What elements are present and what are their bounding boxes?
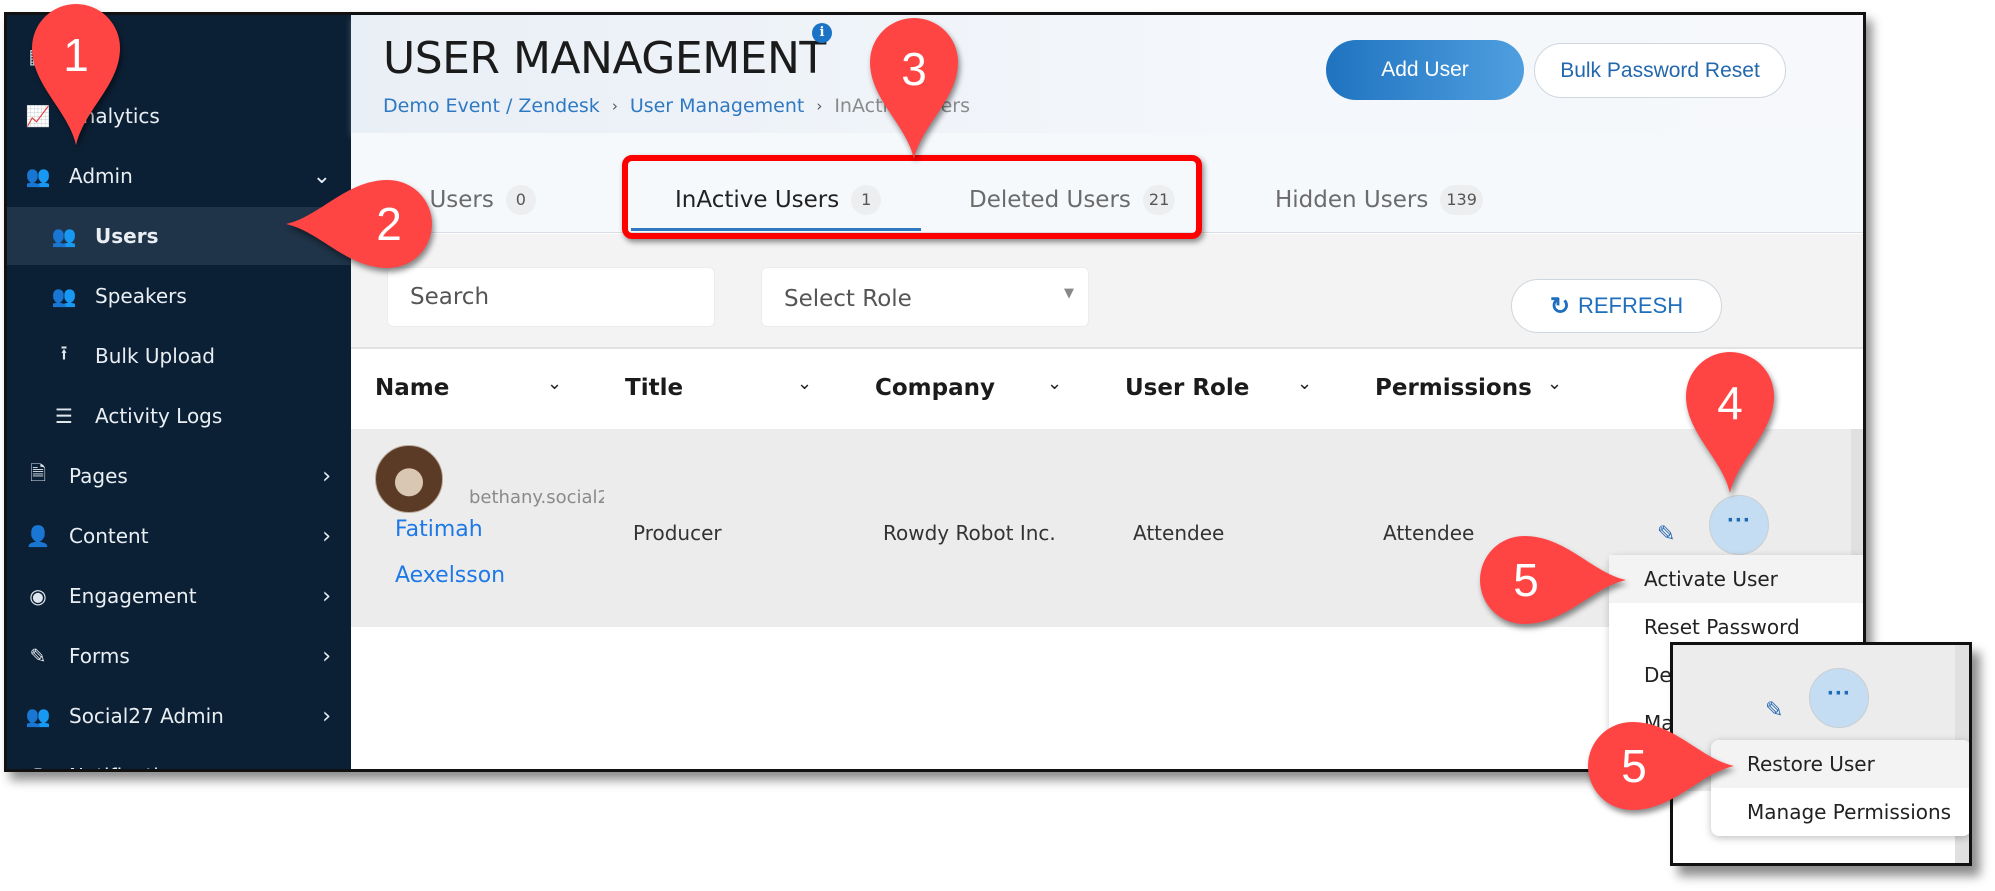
sidebar-item-label: Activity Logs: [95, 404, 223, 428]
menu-item-restore-user[interactable]: Restore User: [1711, 740, 1969, 788]
user-title: Producer: [633, 521, 722, 545]
info-icon[interactable]: i: [812, 23, 832, 43]
tab-label: Hidden Users: [1275, 187, 1429, 213]
chevron-down-icon[interactable]: ⌄: [1297, 373, 1312, 394]
sidebar-item-label: Notifications: [69, 764, 194, 769]
chevron-right-icon: ›: [611, 97, 618, 115]
refresh-icon: ↻: [1549, 292, 1570, 320]
breadcrumb-item-user-management[interactable]: User Management: [630, 95, 805, 117]
people-group-icon: 👥: [51, 284, 77, 308]
chevron-right-icon: ›: [322, 764, 331, 770]
user-last-name-link[interactable]: Aexelsson: [395, 563, 505, 588]
user-role: Attendee: [1133, 521, 1225, 545]
sidebar-item-activity-logs[interactable]: ☰ Activity Logs: [7, 387, 351, 445]
two-people-icon: 👤: [25, 524, 51, 548]
column-header-company[interactable]: Company: [875, 375, 995, 401]
annotated-screenshot: ▦ 📈 Analytics 👥 Admin ⌄ 👥 Users 👥 Speake…: [0, 0, 1995, 891]
sidebar-item-label: Forms: [69, 644, 130, 668]
main-content: USER MANAGEMENT i Demo Event / Zendesk ›…: [351, 15, 1863, 769]
chevron-right-icon: ›: [322, 463, 331, 489]
list-icon: ☰: [55, 404, 73, 428]
avatar: [375, 445, 443, 513]
pencil-edit-icon[interactable]: ✎: [1657, 521, 1675, 547]
people-group-icon: 👥: [51, 224, 77, 248]
menu-item-manage-permissions[interactable]: Manage Permissions: [1711, 788, 1969, 836]
sidebar-item-notifications[interactable]: ⓘ Notifications ›: [7, 747, 351, 770]
chevron-right-icon: ›: [322, 523, 331, 549]
chevron-down-icon[interactable]: ⌄: [547, 373, 562, 394]
sidebar-item-label: Bulk Upload: [95, 344, 215, 368]
add-user-button[interactable]: Add User: [1326, 40, 1524, 100]
people-group-icon: 👥: [25, 704, 51, 728]
upload-icon: ⭱: [60, 341, 68, 365]
role-select-value: Select Role: [784, 286, 912, 312]
bulk-password-reset-button[interactable]: Bulk Password Reset: [1534, 43, 1786, 98]
callout-pin-4: 4: [1682, 348, 1778, 493]
callout-pin-2: 2: [286, 176, 436, 272]
deleted-row-actions-menu: Restore User Manage Permissions: [1711, 740, 1969, 836]
document-icon: 🗎: [29, 461, 47, 485]
tab-count-badge: 0: [505, 185, 536, 215]
column-header-permissions[interactable]: Permissions: [1375, 375, 1532, 401]
chevron-right-icon: ›: [816, 97, 823, 115]
sidebar-item-forms[interactable]: ✎ Forms ›: [7, 627, 351, 685]
sidebar-item-label: Content: [69, 524, 149, 548]
column-header-title[interactable]: Title: [625, 375, 683, 401]
user-email: bethany.social27: [469, 487, 604, 508]
chevron-right-icon: ›: [322, 643, 331, 669]
sidebar-item-label: Engagement: [69, 584, 197, 608]
sidebar-item-bulk-upload[interactable]: ⭱ Bulk Upload: [7, 327, 351, 385]
more-actions-button[interactable]: ···: [1809, 668, 1869, 728]
caret-down-icon: ▼: [1064, 286, 1074, 301]
tab-count-badge: 139: [1440, 185, 1483, 215]
page-title: USER MANAGEMENT: [383, 33, 826, 84]
sidebar-item-label: Users: [95, 224, 159, 248]
column-header-name[interactable]: Name: [375, 375, 449, 401]
tabs-highlight-box: [622, 155, 1202, 239]
chevron-down-icon[interactable]: ⌄: [1047, 373, 1062, 394]
table-header: Name ⌄ Title ⌄ Company ⌄ User Role ⌄ Per…: [351, 351, 1851, 429]
sidebar-item-engagement[interactable]: ◉ Engagement ›: [7, 567, 351, 625]
form-edit-icon: ✎: [29, 644, 47, 668]
sidebar-item-label: Speakers: [95, 284, 187, 308]
callout-pin-5-restore: 5: [1584, 718, 1734, 814]
more-actions-button[interactable]: ···: [1709, 495, 1769, 555]
menu-item-activate-user[interactable]: Activate User: [1609, 555, 1863, 603]
sidebar-item-speakers[interactable]: 👥 Speakers: [7, 267, 351, 325]
callout-pin-1: 1: [28, 0, 124, 145]
alert-circle-icon: ⓘ: [23, 762, 53, 770]
refresh-label: REFRESH: [1577, 293, 1684, 318]
breadcrumb-item-event[interactable]: Demo Event / Zendesk: [383, 95, 600, 117]
chevron-right-icon: ›: [322, 583, 331, 609]
callout-pin-3: 3: [866, 14, 962, 159]
people-group-icon: 👥: [25, 164, 51, 188]
sidebar-item-label: Pages: [69, 464, 128, 488]
user-permissions: Attendee: [1383, 521, 1475, 545]
tab-hidden-users[interactable]: Hidden Users 139: [1275, 185, 1483, 215]
chevron-down-icon[interactable]: ⌄: [797, 373, 812, 394]
chevron-right-icon: ›: [322, 703, 331, 729]
user-company: Rowdy Robot Inc.: [883, 521, 1056, 545]
refresh-button[interactable]: ↻ REFRESH: [1511, 279, 1722, 333]
page-header: USER MANAGEMENT i Demo Event / Zendesk ›…: [351, 15, 1863, 133]
user-first-name-link[interactable]: Fatimah: [395, 517, 483, 542]
sidebar-item-label: Social27 Admin: [69, 704, 224, 728]
target-circle-icon: ◉: [29, 584, 47, 608]
sidebar-item-content[interactable]: 👤 Content ›: [7, 507, 351, 565]
chevron-down-icon[interactable]: ⌄: [1547, 373, 1562, 394]
filter-bar: Search Select Role ▼ ↻ REFRESH: [351, 234, 1863, 349]
search-input[interactable]: Search: [387, 267, 715, 327]
callout-pin-5-activate: 5: [1476, 532, 1626, 628]
sidebar-item-social27-admin[interactable]: 👥 Social27 Admin ›: [7, 687, 351, 745]
role-select[interactable]: Select Role ▼: [761, 267, 1089, 327]
column-header-user-role[interactable]: User Role: [1125, 375, 1249, 401]
sidebar-item-pages[interactable]: 🗎 Pages ›: [7, 447, 351, 505]
pencil-edit-icon[interactable]: ✎: [1765, 697, 1783, 723]
sidebar-item-label: Admin: [69, 164, 133, 188]
